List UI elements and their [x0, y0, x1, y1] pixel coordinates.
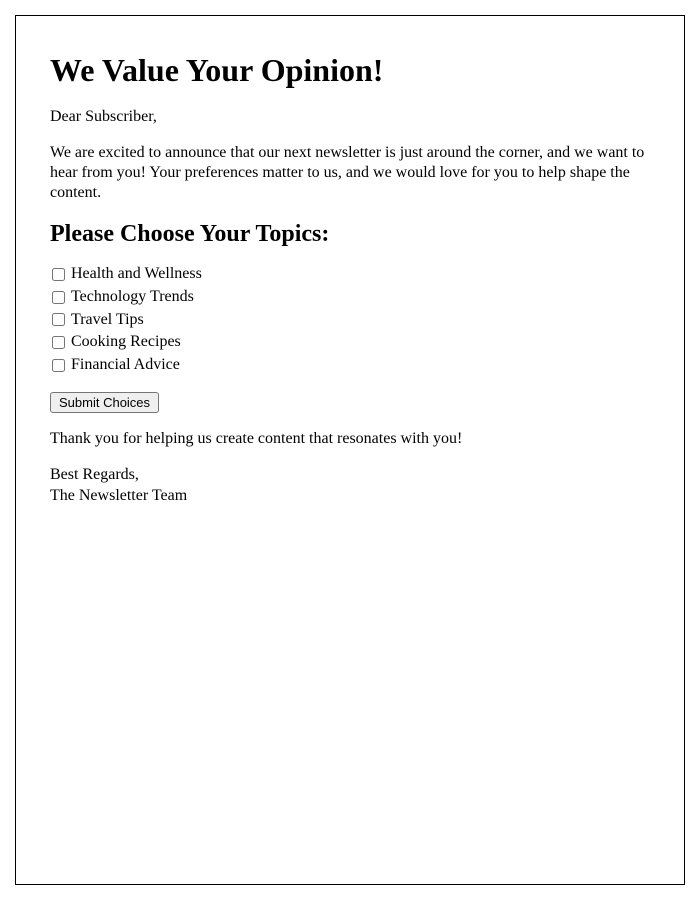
topic-item: Health and Wellness [50, 264, 650, 285]
closing-text: Best Regards, The Newsletter Team [50, 465, 650, 507]
document-page: We Value Your Opinion! Dear Subscriber, … [15, 15, 685, 885]
greeting-text: Dear Subscriber, [50, 107, 650, 127]
topic-checkbox-financial[interactable] [52, 359, 65, 372]
closing-line-2: The Newsletter Team [50, 487, 187, 504]
topic-label: Financial Advice [71, 355, 180, 376]
topic-checkbox-cooking[interactable] [52, 336, 65, 349]
topic-checkbox-travel[interactable] [52, 313, 65, 326]
topic-label: Health and Wellness [71, 264, 202, 285]
topic-item: Technology Trends [50, 287, 650, 308]
topic-checkbox-technology[interactable] [52, 291, 65, 304]
page-title: We Value Your Opinion! [50, 52, 650, 89]
topic-label: Technology Trends [71, 287, 194, 308]
topic-item: Travel Tips [50, 310, 650, 331]
topic-label: Travel Tips [71, 310, 144, 331]
topic-item: Cooking Recipes [50, 332, 650, 353]
topic-checkbox-health[interactable] [52, 268, 65, 281]
topic-label: Cooking Recipes [71, 332, 181, 353]
submit-button[interactable]: Submit Choices [50, 392, 159, 413]
thankyou-text: Thank you for helping us create content … [50, 429, 650, 449]
closing-line-1: Best Regards, [50, 466, 139, 483]
topic-item: Financial Advice [50, 355, 650, 376]
topic-list: Health and Wellness Technology Trends Tr… [50, 264, 650, 376]
topics-heading: Please Choose Your Topics: [50, 221, 650, 248]
intro-text: We are excited to announce that our next… [50, 143, 650, 203]
